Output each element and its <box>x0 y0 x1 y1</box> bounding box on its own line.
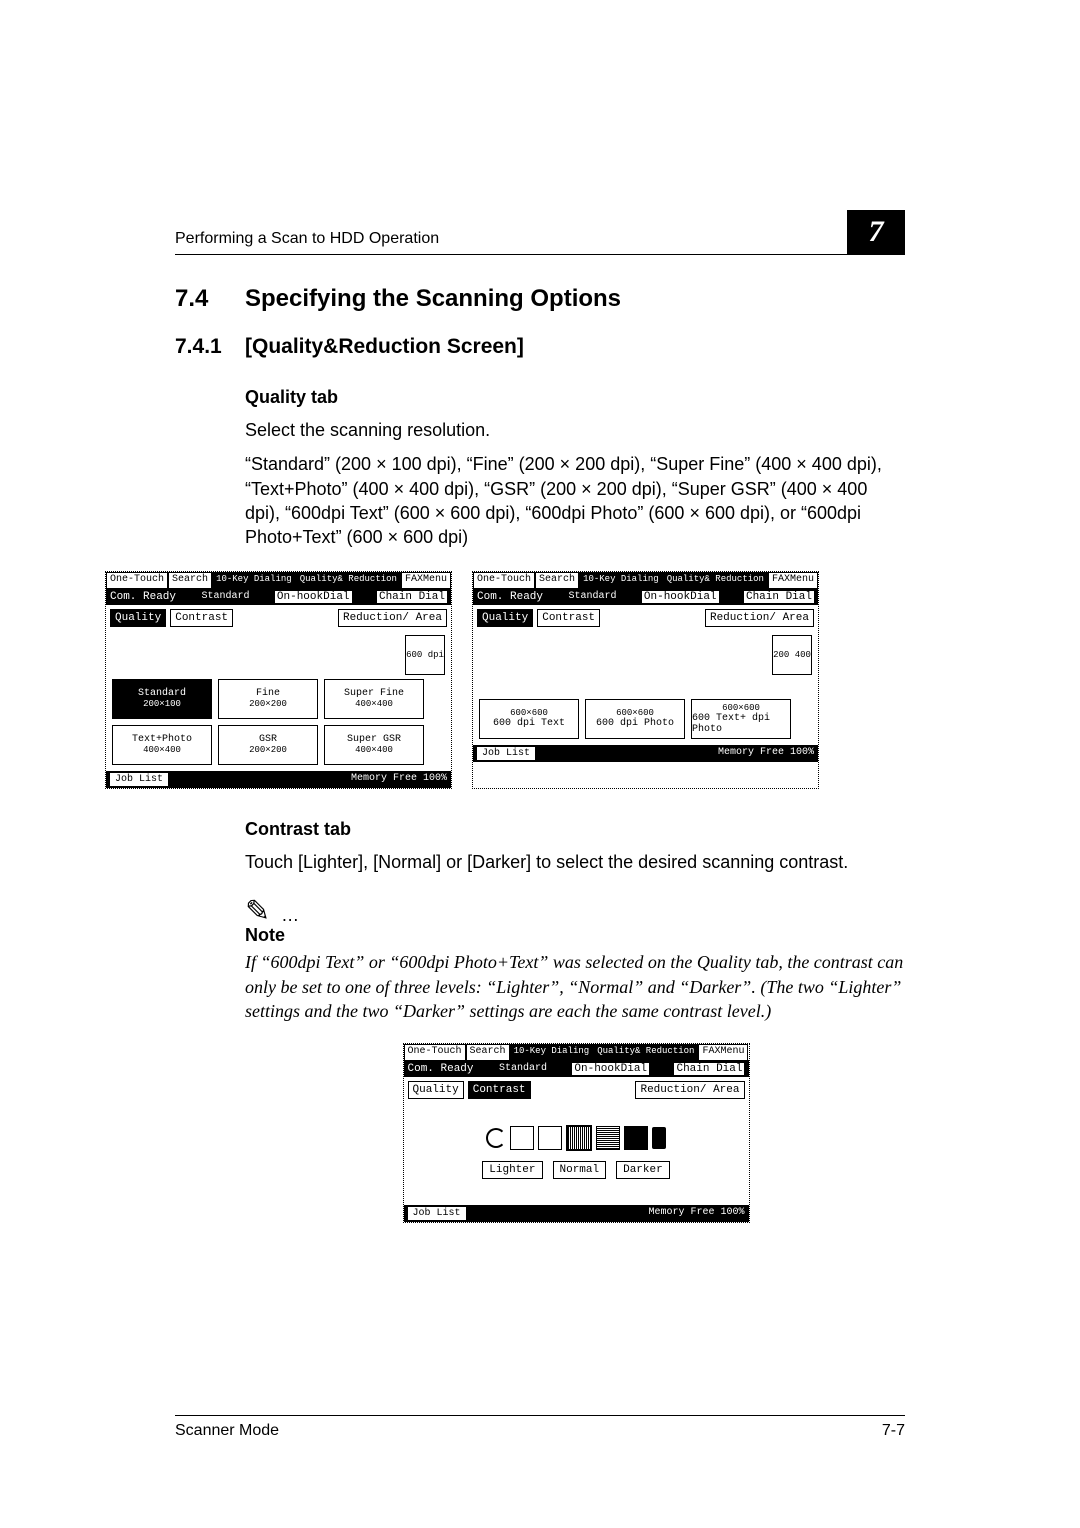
lcd-contrast: One-Touch Search 10-Key Dialing Quality&… <box>403 1043 750 1223</box>
onhook-dial-button[interactable]: On-hookDial <box>642 591 719 603</box>
chain-dial-button[interactable]: Chain Dial <box>674 1063 744 1075</box>
status-left: Com. Ready <box>408 1063 474 1075</box>
onhook-dial-button[interactable]: On-hookDial <box>572 1063 649 1075</box>
opt-600-text[interactable]: 600×600600 dpi Text <box>479 699 579 739</box>
lcd-quality-1: One-Touch Search 10-Key Dialing Quality&… <box>105 571 452 789</box>
tab-search[interactable]: Search <box>466 1044 510 1060</box>
memory-free: Memory Free 100% <box>648 1207 744 1220</box>
tab-one-touch[interactable]: One-Touch <box>473 572 535 588</box>
darker-icon <box>652 1127 666 1149</box>
page-header: Performing a Scan to HDD Operation 7 <box>175 210 905 255</box>
note-icon: ✎ … <box>245 894 905 929</box>
section-title: Specifying the Scanning Options <box>245 285 621 312</box>
subsection-number: 7.4.1 <box>175 335 245 359</box>
opt-600-photo[interactable]: 600×600600 dpi Photo <box>585 699 685 739</box>
contrast-scale <box>410 1125 743 1151</box>
tab-dialing[interactable]: 10-Key Dialing <box>212 572 296 588</box>
tab-search[interactable]: Search <box>535 572 579 588</box>
tab-quality-reduction[interactable]: Quality& Reduction <box>593 1044 698 1060</box>
opt-gsr[interactable]: GSR200×200 <box>218 725 318 765</box>
tab-faxmenu[interactable]: FAXMenu <box>768 572 818 588</box>
quality-intro: Select the scanning resolution. <box>245 418 905 442</box>
contrast-step-4[interactable] <box>596 1126 620 1150</box>
subtab-reduction[interactable]: Reduction/ Area <box>635 1081 744 1099</box>
memory-free: Memory Free 100% <box>718 747 814 760</box>
tab-dialing[interactable]: 10-Key Dialing <box>579 572 663 588</box>
job-list-button[interactable]: Job List <box>408 1207 466 1220</box>
subtab-quality[interactable]: Quality <box>477 609 533 627</box>
subtab-quality[interactable]: Quality <box>110 609 166 627</box>
tab-faxmenu[interactable]: FAXMenu <box>401 572 451 588</box>
section-heading: 7.4Specifying the Scanning Options <box>175 285 905 313</box>
quality-option-grid: Standard200×100 Fine200×200 Super Fine40… <box>112 679 445 765</box>
normal-button[interactable]: Normal <box>553 1161 607 1179</box>
note-label: Note <box>245 925 905 946</box>
tab-search[interactable]: Search <box>168 572 212 588</box>
opt-fine[interactable]: Fine200×200 <box>218 679 318 719</box>
opt-super-gsr[interactable]: Super GSR400×400 <box>324 725 424 765</box>
contrast-heading: Contrast tab <box>245 819 905 840</box>
lighter-icon <box>486 1128 506 1148</box>
darker-button[interactable]: Darker <box>616 1161 670 1179</box>
job-list-button[interactable]: Job List <box>110 773 168 786</box>
status-mid: Standard <box>201 591 249 603</box>
contrast-step-3[interactable] <box>566 1125 592 1151</box>
opt-600-text-photo[interactable]: 600×600600 Text+ dpi Photo <box>691 699 791 739</box>
tab-dialing[interactable]: 10-Key Dialing <box>510 1044 594 1060</box>
tab-one-touch[interactable]: One-Touch <box>106 572 168 588</box>
subsection-title: [Quality&Reduction Screen] <box>245 335 524 358</box>
chapter-tab: 7 <box>847 210 905 254</box>
tab-one-touch[interactable]: One-Touch <box>404 1044 466 1060</box>
subsection-heading: 7.4.1[Quality&Reduction Screen] <box>175 335 905 359</box>
chain-dial-button[interactable]: Chain Dial <box>377 591 447 603</box>
contrast-step-1[interactable] <box>510 1126 534 1150</box>
subtab-contrast[interactable]: Contrast <box>170 609 233 627</box>
status-mid: Standard <box>499 1063 547 1075</box>
running-title: Performing a Scan to HDD Operation <box>175 230 439 248</box>
contrast-step-2[interactable] <box>538 1126 562 1150</box>
footer-left: Scanner Mode <box>175 1422 279 1440</box>
status-mid: Standard <box>568 591 616 603</box>
subtab-reduction[interactable]: Reduction/ Area <box>705 609 814 627</box>
quality-body: “Standard” (200 × 100 dpi), “Fine” (200 … <box>245 452 905 549</box>
memory-free: Memory Free 100% <box>351 773 447 786</box>
section-number: 7.4 <box>175 285 245 313</box>
opt-super-fine[interactable]: Super Fine400×400 <box>324 679 424 719</box>
opt-standard[interactable]: Standard200×100 <box>112 679 212 719</box>
opt-text-photo[interactable]: Text+Photo400×400 <box>112 725 212 765</box>
subtab-contrast[interactable]: Contrast <box>537 609 600 627</box>
tab-faxmenu[interactable]: FAXMenu <box>698 1044 748 1060</box>
page-footer: Scanner Mode 7-7 <box>175 1415 905 1440</box>
lighter-button[interactable]: Lighter <box>482 1161 542 1179</box>
contrast-step-5[interactable] <box>624 1126 648 1150</box>
job-list-button[interactable]: Job List <box>477 747 535 760</box>
contrast-body: Touch [Lighter], [Normal] or [Darker] to… <box>245 850 905 874</box>
note-body: If “600dpi Text” or “600dpi Photo+Text” … <box>245 950 905 1023</box>
dpi-toggle-600[interactable]: 600 dpi <box>405 635 445 675</box>
footer-right: 7-7 <box>882 1422 905 1440</box>
status-left: Com. Ready <box>477 591 543 603</box>
onhook-dial-button[interactable]: On-hookDial <box>275 591 352 603</box>
subtab-quality[interactable]: Quality <box>408 1081 464 1099</box>
tab-quality-reduction[interactable]: Quality& Reduction <box>296 572 401 588</box>
lcd-quality-2: One-Touch Search 10-Key Dialing Quality&… <box>472 571 819 789</box>
quality-600-option-grid: 600×600600 dpi Text 600×600600 dpi Photo… <box>479 699 812 739</box>
dpi-toggle-200-400[interactable]: 200 400 <box>772 635 812 675</box>
chain-dial-button[interactable]: Chain Dial <box>744 591 814 603</box>
quality-heading: Quality tab <box>245 387 905 408</box>
subtab-contrast[interactable]: Contrast <box>468 1081 531 1099</box>
subtab-reduction[interactable]: Reduction/ Area <box>338 609 447 627</box>
status-left: Com. Ready <box>110 591 176 603</box>
tab-quality-reduction[interactable]: Quality& Reduction <box>663 572 768 588</box>
